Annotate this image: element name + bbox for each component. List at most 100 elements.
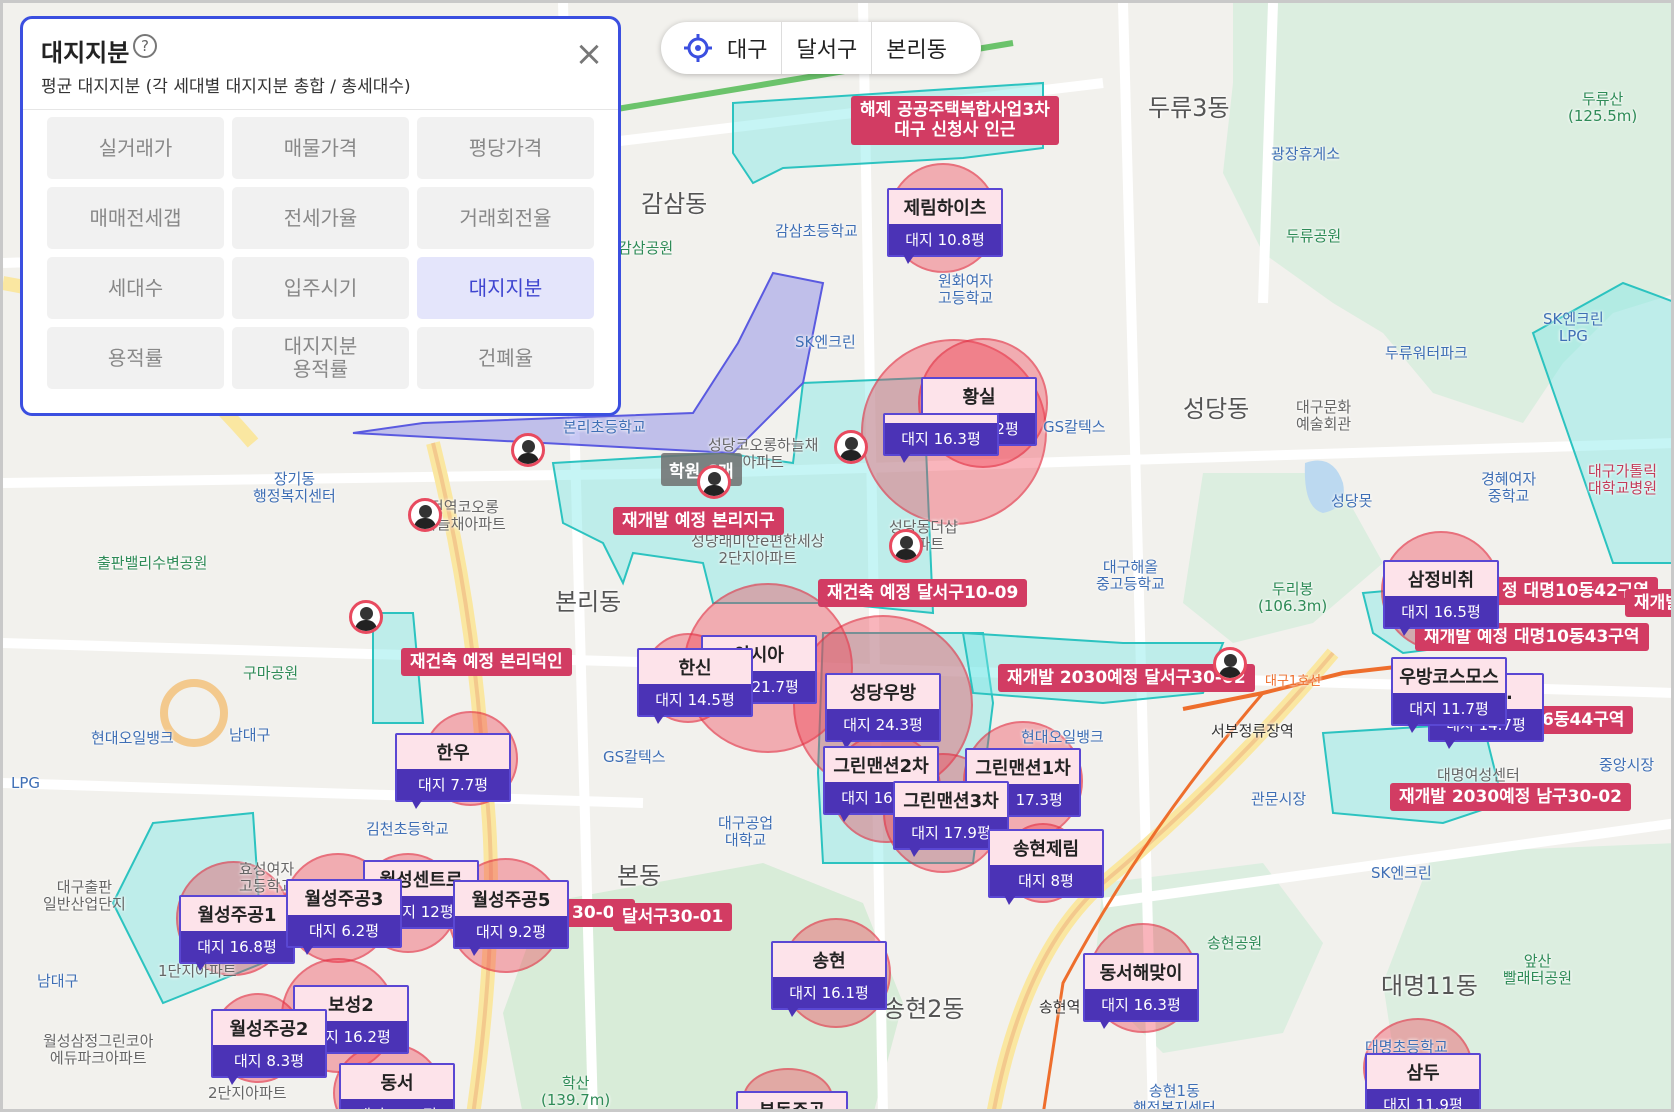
label-skenclean-lpg: SK엔크린 LPG bbox=[1543, 310, 1604, 346]
label-gs-caltex: GS칼텍스 bbox=[1043, 418, 1106, 436]
tag-bonri-district[interactable]: 재개발 예정 본리지구 bbox=[613, 507, 784, 536]
location-dong[interactable]: 본리동 bbox=[872, 32, 961, 64]
apartment-card[interactable]: 삼정비취 대지 16.5평 bbox=[1383, 560, 1499, 636]
location-district[interactable]: 달서구 bbox=[782, 32, 871, 64]
label-wolseong-samjeong: 월성삼정그린코아 에듀파크아파트 bbox=[43, 1032, 154, 1068]
option-move-in[interactable]: 입주시기 bbox=[232, 257, 409, 319]
option-actual-price[interactable]: 실거래가 bbox=[47, 117, 224, 179]
option-land-share-far[interactable]: 대지지분 용적률 bbox=[232, 327, 409, 389]
apartment-card[interactable]: 삼두 대지 11.9평 bbox=[1365, 1053, 1481, 1109]
apartment-card[interactable]: 한우 대지 7.7평 bbox=[395, 733, 511, 809]
label-daemyeong11: 대명11동 bbox=[1381, 972, 1478, 1000]
label-lpg: LPG bbox=[11, 774, 41, 792]
tag-public-housing[interactable]: 해제 공공주택복합사업3차 대구 신청사 인근 bbox=[851, 96, 1059, 145]
apartment-card[interactable]: 성당우방 대지 24.3평 bbox=[825, 673, 941, 749]
tag-dalseo-30-01[interactable]: 달서구30-01 bbox=[613, 903, 733, 932]
apartment-card[interactable]: 월성주공2 대지 8.3평 bbox=[211, 1009, 327, 1085]
label-jungang: 중앙시장 bbox=[1599, 756, 1655, 774]
label-chulpan: 출판밸리수변공원 bbox=[97, 554, 208, 572]
user-avatar[interactable] bbox=[834, 430, 868, 464]
label-bon: 본동 bbox=[617, 862, 662, 890]
apartment-card[interactable]: 송현 대지 16.1평 bbox=[771, 941, 887, 1017]
location-bar[interactable]: 대구 달서구 본리동 bbox=[661, 22, 981, 74]
option-sale-jeonse-gap[interactable]: 매매전세갭 bbox=[47, 187, 224, 249]
label-gwanmun: 관문시장 bbox=[1251, 790, 1307, 808]
label-line1: 대구1호선 bbox=[1265, 674, 1322, 689]
location-city[interactable]: 대구 bbox=[713, 32, 781, 64]
label-daegu-pub: 대구출판 일반산업단지 bbox=[43, 878, 126, 914]
panel-subtitle: 평균 대지지분 (각 세대별 대지지분 총합 / 총세대수) bbox=[41, 77, 411, 97]
apartment-card[interactable]: 본동주공 bbox=[736, 1091, 848, 1109]
label-seongdang-pond: 성당못 bbox=[1331, 492, 1373, 510]
label-apsan: 앞산 빨래터공원 bbox=[1503, 952, 1573, 988]
close-icon[interactable]: × bbox=[573, 37, 605, 71]
label-gamsam: 감삼동 bbox=[641, 190, 708, 218]
label-seongdang-raemian: 성당래미안e편한세상 2단지아파트 bbox=[691, 532, 825, 568]
apartment-card[interactable]: 송현제림 대지 8평 bbox=[988, 829, 1104, 905]
label-duryusan: 두류산 (125.5m) bbox=[1568, 90, 1638, 126]
help-icon[interactable]: ? bbox=[133, 34, 157, 58]
map-canvas[interactable]: 두류3동 감삼동 본리동 성당동 본동 송현2동 대명11동 두류산 (125.… bbox=[0, 0, 1674, 1112]
user-avatar[interactable] bbox=[511, 433, 545, 467]
user-avatar[interactable] bbox=[889, 529, 923, 563]
label-gyeonghye: 경혜여자 중학교 bbox=[1481, 470, 1537, 506]
label-songhyeon1: 송현1동 행정복지센터 bbox=[1133, 1082, 1216, 1112]
apartment-card[interactable]: 대지 16.3평 bbox=[883, 413, 999, 463]
label-sk-enclean: SK엔크린 bbox=[795, 333, 856, 351]
user-avatar[interactable] bbox=[697, 465, 731, 499]
option-price-per-pyeong[interactable]: 평당가격 bbox=[417, 117, 594, 179]
label-ic-namdaegu: 남대구 bbox=[229, 726, 271, 744]
metric-options: 실거래가 매물가격 평당가격 매매전세갭 전세가율 거래회전율 세대수 입주시기… bbox=[47, 117, 594, 389]
label-duryu3: 두류3동 bbox=[1148, 94, 1230, 122]
tag-daemyeong-44[interactable]: 6동44구역 bbox=[1533, 706, 1634, 735]
label-haksan: 학산 (139.7m) bbox=[541, 1074, 611, 1110]
metric-panel: 대지지분 ? 평균 대지지분 (각 세대별 대지지분 총합 / 총세대수) × … bbox=[20, 16, 621, 416]
label-gamsam-park: 감삼공원 bbox=[618, 239, 674, 257]
tag-bonri-dukin[interactable]: 재건축 예정 본리덕인 bbox=[401, 648, 572, 677]
label-duryu-tower: 두류워터파크 bbox=[1385, 344, 1468, 362]
tag-right-edge[interactable]: 재개발 bbox=[1625, 589, 1671, 618]
option-land-share[interactable]: 대지지분 bbox=[417, 257, 594, 319]
label-daegu-haeum: 대구해올 중고등학교 bbox=[1096, 558, 1166, 594]
label-daemyeong-center: 대명여성센터 bbox=[1437, 766, 1520, 784]
tag-dalseo-10-09[interactable]: 재건축 예정 달서구10-09 bbox=[818, 579, 1028, 608]
label-gwangjang: 광장휴게소 bbox=[1271, 145, 1341, 163]
label-daegu-culture: 대구문화 예술회관 bbox=[1296, 398, 1352, 434]
label-skenclean-3: SK엔크린 bbox=[1371, 864, 1432, 882]
label-gimcheon: 김천초등학교 bbox=[366, 820, 449, 838]
apartment-card[interactable]: 동서해맞이 대지 16.3평 bbox=[1083, 953, 1199, 1029]
label-namdaegu: 남대구 bbox=[37, 972, 79, 990]
user-avatar[interactable] bbox=[1213, 647, 1247, 681]
option-jeonse-ratio[interactable]: 전세가율 bbox=[232, 187, 409, 249]
label-songhyeon2: 송현2동 bbox=[883, 995, 965, 1023]
label-duryu-park: 두류공원 bbox=[1286, 227, 1342, 245]
option-households[interactable]: 세대수 bbox=[47, 257, 224, 319]
label-bonri: 본리동 bbox=[555, 588, 622, 616]
option-turnover[interactable]: 거래회전율 bbox=[417, 187, 594, 249]
label-daegu-tech: 대구공업 대학교 bbox=[718, 814, 774, 850]
label-wolseong-2dan: 2단지아파트 bbox=[208, 1084, 287, 1102]
label-seobu: 서부정류장역 bbox=[1211, 722, 1294, 740]
apartment-card[interactable]: 동서대지 17.1평 bbox=[339, 1063, 455, 1109]
label-wonhwa: 원화여자 고등학교 bbox=[938, 272, 994, 308]
crosshair-icon[interactable] bbox=[683, 33, 713, 63]
label-bonri-elem: 본리초등학교 bbox=[563, 418, 646, 436]
apartment-card[interactable]: 월성주공3 대지 6.2평 bbox=[286, 879, 402, 955]
label-hyundai-oil: 현대오일뱅크 bbox=[91, 729, 174, 747]
user-avatar[interactable] bbox=[349, 600, 383, 634]
option-floor-area-ratio[interactable]: 용적률 bbox=[47, 327, 224, 389]
apartment-card[interactable]: 월성주공1 대지 16.8평 bbox=[179, 895, 295, 971]
user-avatar[interactable] bbox=[408, 498, 442, 532]
label-seongdang: 성당동 bbox=[1183, 395, 1250, 423]
apartment-card[interactable]: 월성주공5 대지 9.2평 bbox=[453, 880, 569, 956]
label-hyundai-oil-2: 현대오일뱅크 bbox=[1021, 728, 1104, 746]
label-songhyeon-station: 송현역 bbox=[1039, 998, 1081, 1016]
apartment-card[interactable]: 우방코스모스 대지 11.7평 bbox=[1391, 657, 1507, 733]
apartment-card[interactable]: 한신 대지 14.5평 bbox=[637, 648, 753, 724]
tag-nam-30-02[interactable]: 재개발 2030예정 남구30-02 bbox=[1390, 783, 1632, 812]
option-building-coverage[interactable]: 건폐율 bbox=[417, 327, 594, 389]
label-daegu-catholic: 대구가톨릭 대학교병원 bbox=[1588, 462, 1658, 498]
label-duribong: 두리봉 (106.3m) bbox=[1258, 580, 1328, 616]
apartment-card[interactable]: 제림하이츠 대지 10.8평 bbox=[887, 188, 1003, 264]
option-listing-price[interactable]: 매물가격 bbox=[232, 117, 409, 179]
